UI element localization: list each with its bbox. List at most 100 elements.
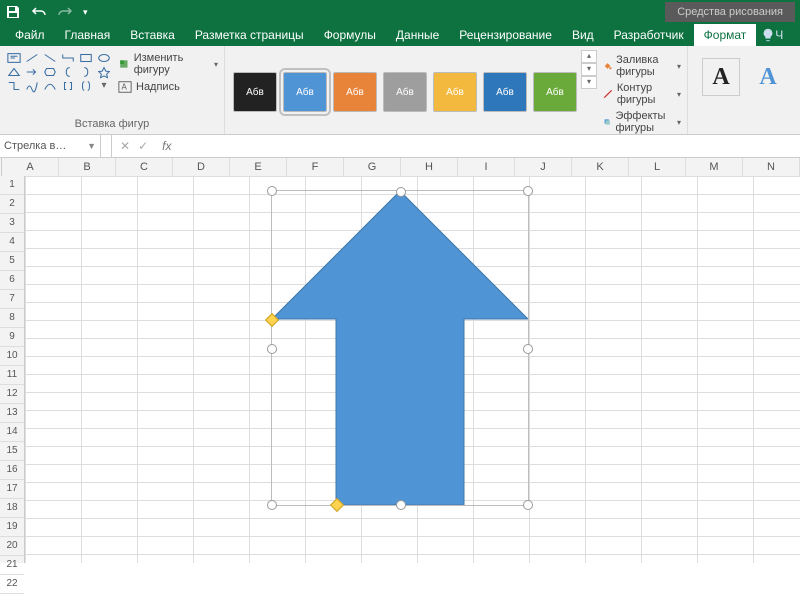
shape-brace2-icon[interactable]: [78, 80, 94, 92]
row-header-4[interactable]: 4: [0, 233, 24, 252]
style-swatch-3[interactable]: Абв: [383, 72, 427, 112]
row-header-11[interactable]: 11: [0, 366, 24, 385]
col-header-K[interactable]: K: [572, 158, 629, 176]
row-header-7[interactable]: 7: [0, 290, 24, 309]
row-header-14[interactable]: 14: [0, 423, 24, 442]
arrow-up-shape[interactable]: [272, 191, 528, 505]
style-swatch-1[interactable]: Абв: [283, 72, 327, 112]
style-swatch-5[interactable]: Абв: [483, 72, 527, 112]
style-swatch-4[interactable]: Абв: [433, 72, 477, 112]
col-header-N[interactable]: N: [743, 158, 800, 176]
resize-handle-mr[interactable]: [523, 344, 533, 354]
row-header-17[interactable]: 17: [0, 480, 24, 499]
shape-curve-icon[interactable]: [42, 80, 58, 92]
row-header-20[interactable]: 20: [0, 537, 24, 556]
rotate-handle[interactable]: [396, 187, 406, 197]
shape-freeform-icon[interactable]: [24, 80, 40, 92]
row-header-16[interactable]: 16: [0, 461, 24, 480]
shape-more-icon[interactable]: ▾: [96, 80, 112, 92]
tab-format[interactable]: Формат: [694, 24, 757, 46]
row-header-12[interactable]: 12: [0, 385, 24, 404]
col-header-I[interactable]: I: [458, 158, 515, 176]
shape-star-icon[interactable]: [96, 66, 112, 78]
gallery-scroll[interactable]: ▴ ▾ ▾: [581, 50, 597, 134]
shape-triangle-icon[interactable]: [6, 66, 22, 78]
shape-hex-icon[interactable]: [42, 66, 58, 78]
row-header-9[interactable]: 9: [0, 328, 24, 347]
row-header-15[interactable]: 15: [0, 442, 24, 461]
shape-rbrace-icon[interactable]: [78, 66, 94, 78]
shapes-gallery[interactable]: ▾: [6, 50, 112, 94]
gallery-more-icon[interactable]: ▾: [581, 76, 597, 89]
col-header-E[interactable]: E: [230, 158, 287, 176]
row-header-18[interactable]: 18: [0, 499, 24, 518]
scroll-up-icon[interactable]: ▴: [581, 50, 597, 63]
row-header-5[interactable]: 5: [0, 252, 24, 271]
wordart-style-2[interactable]: A: [750, 59, 786, 95]
row-header-6[interactable]: 6: [0, 271, 24, 290]
resize-handle-bl[interactable]: [267, 500, 277, 510]
redo-icon[interactable]: [57, 4, 73, 20]
col-header-F[interactable]: F: [287, 158, 344, 176]
shape-arrow-icon[interactable]: [24, 66, 40, 78]
tab-formulas[interactable]: Формулы: [314, 24, 386, 46]
tab-view[interactable]: Вид: [562, 24, 604, 46]
col-header-A[interactable]: A: [2, 158, 59, 176]
resize-handle-tl[interactable]: [267, 186, 277, 196]
shape-line-icon[interactable]: [24, 52, 40, 64]
shape-connector-icon[interactable]: [60, 52, 76, 64]
shape-fill-button[interactable]: Заливка фигуры▾: [603, 54, 681, 78]
col-header-J[interactable]: J: [515, 158, 572, 176]
tab-home[interactable]: Главная: [55, 24, 121, 46]
qat-customize-icon[interactable]: ▾: [83, 7, 88, 18]
cells-area[interactable]: [25, 176, 800, 563]
scroll-down-icon[interactable]: ▾: [581, 63, 597, 76]
row-header-21[interactable]: 21: [0, 556, 24, 575]
shape-effects-button[interactable]: Эффекты фигуры▾: [603, 110, 681, 134]
cancel-formula-icon[interactable]: ✕: [120, 139, 130, 153]
col-header-H[interactable]: H: [401, 158, 458, 176]
col-header-C[interactable]: C: [116, 158, 173, 176]
shape-elbow-icon[interactable]: [6, 80, 22, 92]
text-box-button[interactable]: A Надпись: [118, 80, 218, 94]
col-header-G[interactable]: G: [344, 158, 401, 176]
style-swatch-2[interactable]: Абв: [333, 72, 377, 112]
edit-shape-button[interactable]: Изменить фигуру▾: [118, 52, 218, 76]
tab-file[interactable]: Файл: [5, 24, 55, 46]
shape-textbox-icon[interactable]: [6, 52, 22, 64]
shape-oval-icon[interactable]: [96, 52, 112, 64]
col-header-L[interactable]: L: [629, 158, 686, 176]
shape-line2-icon[interactable]: [42, 52, 58, 64]
save-icon[interactable]: [5, 4, 21, 20]
row-header-22[interactable]: 22: [0, 575, 24, 594]
resize-handle-br[interactable]: [523, 500, 533, 510]
tab-insert[interactable]: Вставка: [120, 24, 185, 46]
formula-input[interactable]: [177, 135, 800, 157]
col-header-D[interactable]: D: [173, 158, 230, 176]
shape-outline-button[interactable]: Контур фигуры▾: [603, 82, 681, 106]
row-header-19[interactable]: 19: [0, 518, 24, 537]
fx-icon[interactable]: fx: [156, 139, 177, 153]
enter-formula-icon[interactable]: ✓: [138, 139, 148, 153]
wordart-style-1[interactable]: A: [702, 58, 740, 96]
row-header-3[interactable]: 3: [0, 214, 24, 233]
resize-handle-ml[interactable]: [267, 344, 277, 354]
row-header-1[interactable]: 1: [0, 176, 24, 195]
undo-icon[interactable]: [31, 4, 47, 20]
col-header-B[interactable]: B: [59, 158, 116, 176]
resize-handle-mb[interactable]: [396, 500, 406, 510]
tab-page-layout[interactable]: Разметка страницы: [185, 24, 314, 46]
resize-handle-tr[interactable]: [523, 186, 533, 196]
row-header-8[interactable]: 8: [0, 309, 24, 328]
chevron-down-icon[interactable]: ▼: [87, 141, 96, 151]
tab-developer[interactable]: Разработчик: [604, 24, 694, 46]
shape-rect-icon[interactable]: [78, 52, 94, 64]
name-box[interactable]: Стрелка в… ▼: [0, 135, 101, 157]
row-header-2[interactable]: 2: [0, 195, 24, 214]
shape-bracket-icon[interactable]: [60, 80, 76, 92]
col-header-M[interactable]: M: [686, 158, 743, 176]
row-header-10[interactable]: 10: [0, 347, 24, 366]
shape-selection[interactable]: [271, 190, 529, 506]
style-swatch-0[interactable]: Абв: [233, 72, 277, 112]
tab-review[interactable]: Рецензирование: [449, 24, 562, 46]
